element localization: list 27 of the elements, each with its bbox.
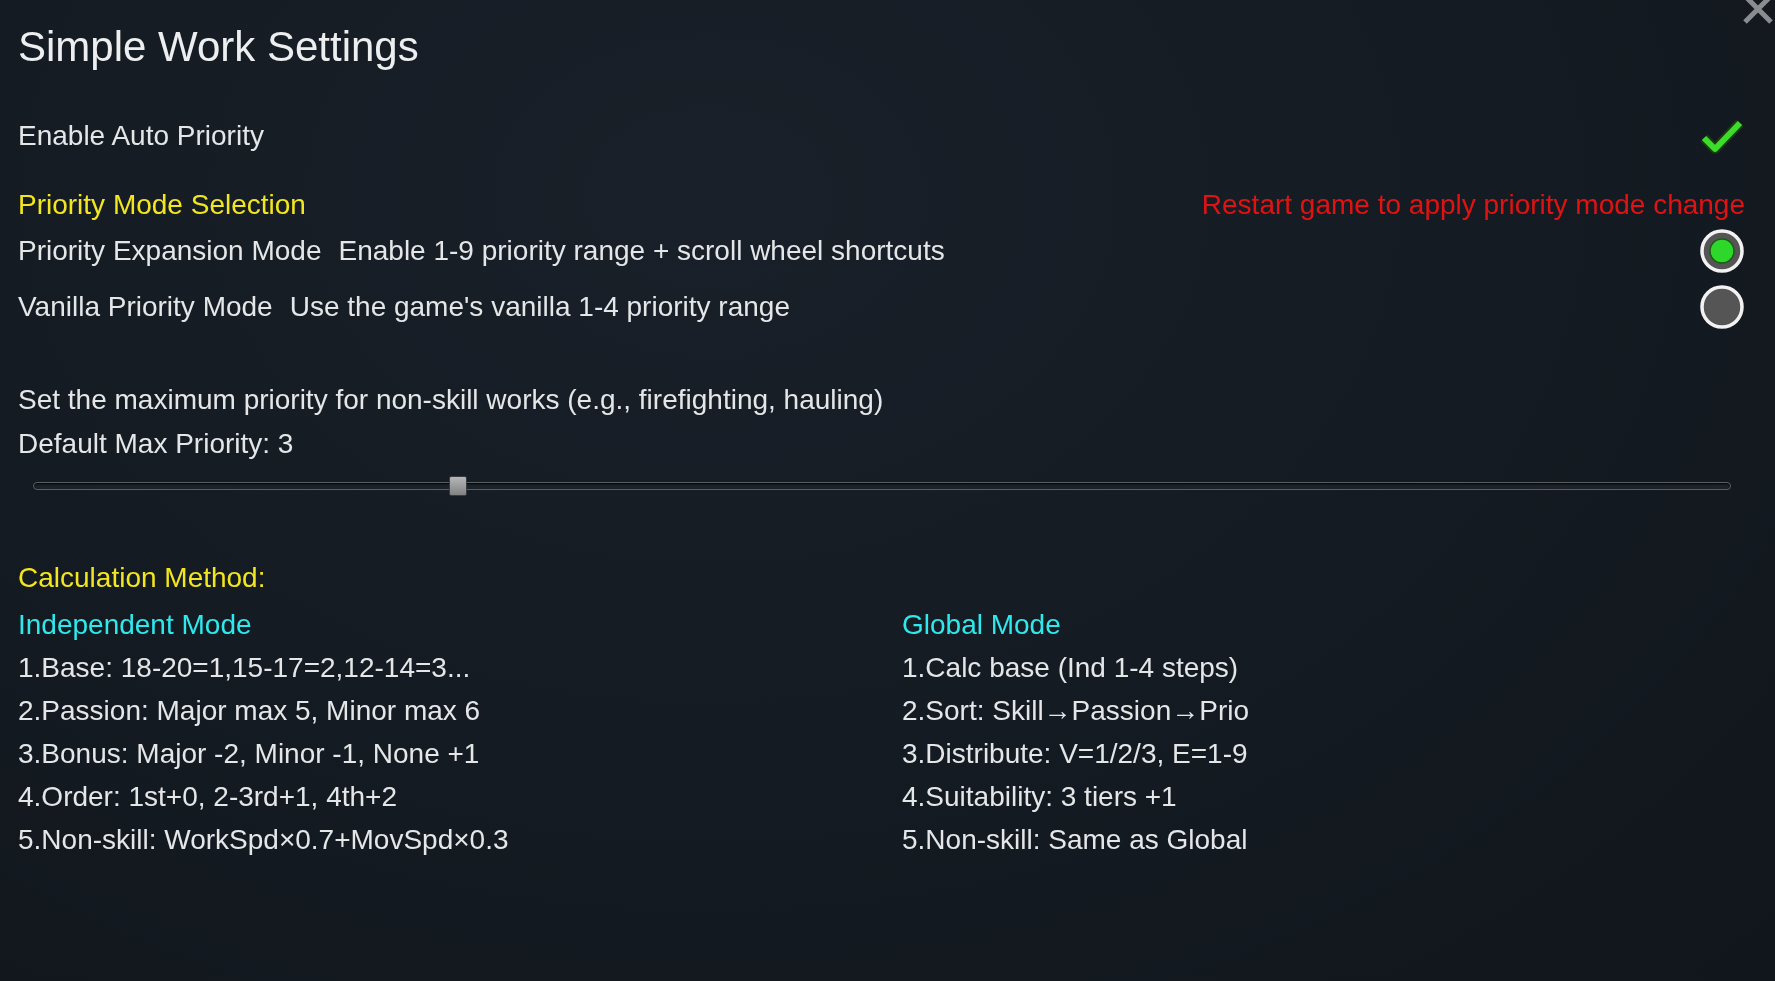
step-text: 3.Bonus: Major -2, Minor -1, None +1	[18, 737, 481, 771]
slider-thumb[interactable]	[449, 476, 467, 496]
step-text: 2.Passion: Major max 5, Minor max 6	[18, 694, 482, 728]
step-text: 4.Suitability: 3 tiers +1	[902, 780, 1178, 814]
step-text: 3.Distribute: V=1/2/3, E=1-9	[902, 737, 1249, 771]
step-text: 1.Base: 18-20=1,15-17=2,12-14=3...	[18, 651, 472, 685]
setting-label: Enable Auto Priority	[18, 119, 264, 153]
step-text: 5.Non-skill: Same as Global	[902, 823, 1249, 857]
setting-description: Set the maximum priority for non-skill works (e.g., firefighting, hauling)	[18, 383, 885, 417]
step-text: 4.Order: 1st+0, 2-3rd+1, 4th+2	[18, 780, 398, 814]
close-icon[interactable]	[1741, 0, 1775, 24]
option-description: Use the game's vanilla 1-4 priority range	[289, 290, 790, 324]
slider-label: Default Max Priority: 3	[18, 427, 295, 461]
radio-button[interactable]	[1699, 228, 1745, 274]
mode-title: Independent Mode	[18, 608, 253, 642]
window-title: Simple Work Settings	[18, 23, 420, 71]
option-name: Priority Expansion Mode	[18, 234, 322, 268]
option-description: Enable 1-9 priority range + scroll wheel shortcuts	[338, 234, 945, 268]
radio-button[interactable]	[1699, 284, 1745, 330]
step-text: 2.Sort: Skill→Passion→Prio	[902, 694, 1250, 728]
section-heading: Calculation Method:	[18, 561, 267, 595]
warning-text: Restart game to apply priority mode change	[1201, 188, 1745, 222]
mode-title: Global Mode	[902, 608, 1062, 642]
option-name: Vanilla Priority Mode	[18, 290, 273, 324]
step-text: 1.Calc base (Ind 1-4 steps)	[902, 651, 1240, 685]
step-text: 5.Non-skill: WorkSpd×0.7+MovSpd×0.3	[18, 823, 510, 857]
section-heading: Priority Mode Selection	[18, 188, 306, 222]
